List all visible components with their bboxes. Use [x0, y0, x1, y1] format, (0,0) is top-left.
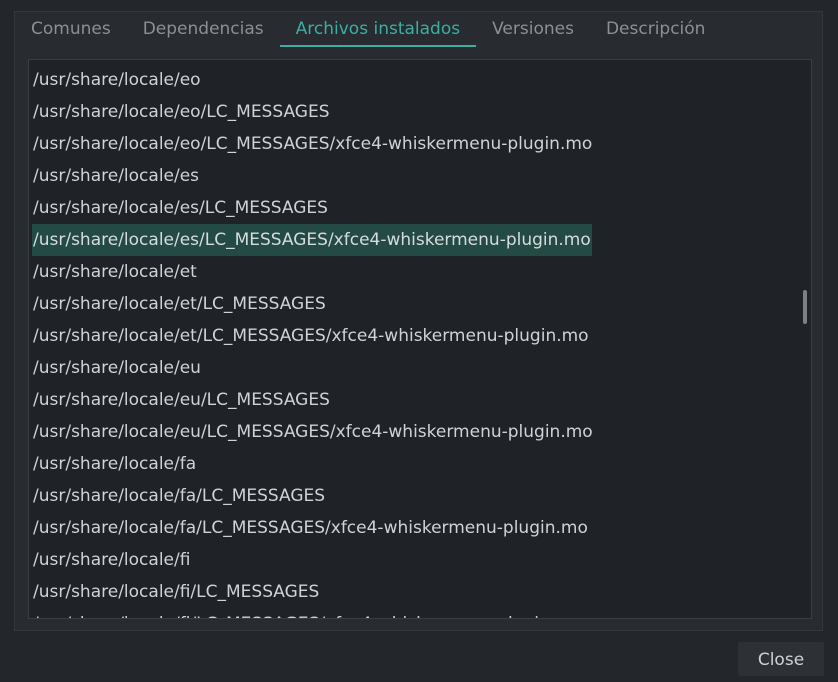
file-row[interactable]: /usr/share/locale/eo/LC_MESSAGES — [32, 96, 791, 128]
file-row[interactable]: /usr/share/locale/fa — [32, 448, 791, 480]
file-path-text: /usr/share/locale/et — [33, 262, 197, 282]
file-row[interactable]: /usr/share/locale/es/LC_MESSAGES — [32, 192, 791, 224]
file-path-text: /usr/share/locale/es/LC_MESSAGES/xfce4-w… — [32, 224, 592, 256]
file-path-text: /usr/share/locale/eu/LC_MESSAGES — [33, 390, 330, 410]
package-details-panel: Comunes Dependencias Archivos instalados… — [14, 11, 823, 631]
file-path-text: /usr/share/locale/eo — [33, 70, 201, 90]
file-row[interactable]: /usr/share/locale/fa/LC_MESSAGES/xfce4-w… — [32, 512, 791, 544]
tab-versiones[interactable]: Versiones — [476, 12, 590, 46]
file-path-text: /usr/share/locale/eo/LC_MESSAGES — [33, 102, 330, 122]
file-path-text: /usr/share/locale/et/LC_MESSAGES — [33, 294, 326, 314]
file-row[interactable]: /usr/share/locale/fa/LC_MESSAGES — [32, 480, 791, 512]
tab-bar: Comunes Dependencias Archivos instalados… — [15, 12, 822, 47]
tab-comunes[interactable]: Comunes — [15, 12, 127, 46]
tab-descripcion[interactable]: Descripción — [590, 12, 722, 46]
file-row[interactable]: /usr/share/locale/es — [32, 160, 791, 192]
file-row[interactable]: /usr/share/locale/eo/LC_MESSAGES/xfce4-w… — [32, 128, 791, 160]
file-row[interactable]: /usr/share/locale/eu/LC_MESSAGES — [32, 384, 791, 416]
file-path-text: /usr/share/locale/eu/LC_MESSAGES/xfce4-w… — [33, 422, 593, 442]
file-row-selected[interactable]: /usr/share/locale/es/LC_MESSAGES/xfce4-w… — [32, 224, 791, 256]
file-row[interactable]: /usr/share/locale/eo — [32, 64, 791, 96]
tab-archivos-instalados[interactable]: Archivos instalados — [279, 12, 477, 47]
file-path-text: /usr/share/locale/eo/LC_MESSAGES/xfce4-w… — [33, 134, 593, 154]
file-path-text: /usr/share/locale/et/LC_MESSAGES/xfce4-w… — [33, 326, 589, 346]
file-path-text: /usr/share/locale/fi/LC_MESSAGES/xfce4-w… — [32, 614, 583, 618]
file-row[interactable]: /usr/share/locale/fi — [32, 544, 791, 576]
file-list-content: /usr/share/locale/eo/usr/share/locale/eo… — [32, 64, 791, 618]
file-row[interactable]: /usr/share/locale/et — [32, 256, 791, 288]
file-path-text: /usr/share/locale/es/LC_MESSAGES — [33, 198, 328, 218]
file-path-text: /usr/share/locale/fi — [33, 550, 191, 570]
file-path-text: /usr/share/locale/fa/LC_MESSAGES/xfce4-w… — [33, 518, 588, 538]
file-path-text: /usr/share/locale/fa/LC_MESSAGES — [33, 486, 326, 506]
file-path-text: /usr/share/locale/es — [33, 166, 200, 186]
tab-dependencias[interactable]: Dependencias — [127, 12, 280, 46]
file-row[interactable]: /usr/share/locale/fi/LC_MESSAGES/xfce4-w… — [32, 608, 791, 618]
file-path-text: /usr/share/locale/eu — [33, 358, 201, 378]
scrollbar-thumb[interactable] — [803, 290, 807, 324]
file-path-text: /usr/share/locale/fi/LC_MESSAGES — [33, 582, 320, 602]
file-row[interactable]: /usr/share/locale/eu — [32, 352, 791, 384]
file-row[interactable]: /usr/share/locale/fi/LC_MESSAGES — [32, 576, 791, 608]
installed-files-list[interactable]: /usr/share/locale/eo/usr/share/locale/eo… — [28, 59, 812, 619]
file-row[interactable]: /usr/share/locale/et/LC_MESSAGES/xfce4-w… — [32, 320, 791, 352]
file-path-text: /usr/share/locale/fa — [33, 454, 197, 474]
close-button[interactable]: Close — [738, 642, 824, 676]
file-row[interactable]: /usr/share/locale/eu/LC_MESSAGES/xfce4-w… — [32, 416, 791, 448]
file-row[interactable]: /usr/share/locale/et/LC_MESSAGES — [32, 288, 791, 320]
